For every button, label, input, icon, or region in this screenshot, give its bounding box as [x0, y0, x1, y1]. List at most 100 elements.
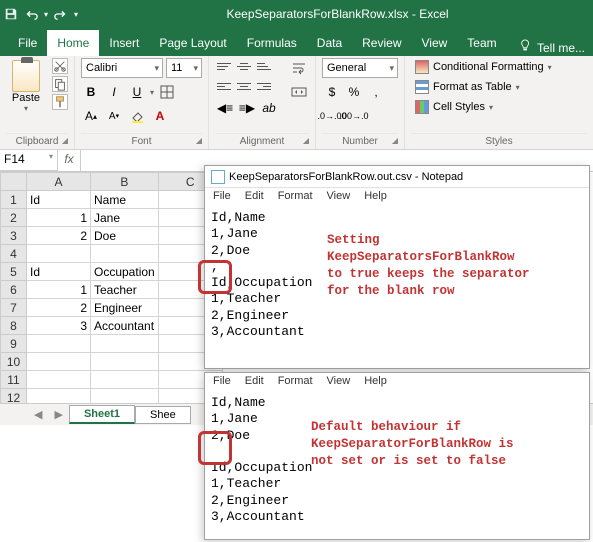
increase-font-icon[interactable]: A▴	[81, 106, 101, 126]
font-color-button[interactable]: A	[150, 106, 170, 126]
conditional-formatting-button[interactable]: Conditional Formatting▾	[411, 58, 556, 76]
copy-icon[interactable]	[52, 76, 68, 92]
sheet-nav-prev-icon[interactable]: ◀	[28, 408, 48, 421]
underline-button[interactable]: U	[127, 82, 147, 102]
sheet-tab-sheet1[interactable]: Sheet1	[69, 405, 135, 424]
font-name-select[interactable]: Calibri	[81, 58, 163, 78]
percent-format-icon[interactable]: %	[344, 82, 364, 102]
tab-view[interactable]: View	[412, 30, 458, 56]
cell[interactable]	[91, 353, 159, 371]
clipboard-launcher-icon[interactable]: ◢	[62, 136, 68, 145]
notepad-1-menu-help[interactable]: Help	[364, 190, 387, 206]
font-launcher-icon[interactable]: ◢	[196, 136, 202, 145]
align-bottom-icon[interactable]	[255, 58, 273, 74]
cut-icon[interactable]	[52, 58, 68, 74]
increase-indent-icon[interactable]: ≡▶	[237, 98, 257, 118]
format-as-table-button[interactable]: Format as Table▾	[411, 78, 556, 96]
row-header[interactable]: 11	[1, 371, 27, 389]
align-right-icon[interactable]	[255, 78, 273, 94]
cell[interactable]	[27, 371, 91, 389]
notepad-2-menu-format[interactable]: Format	[278, 375, 313, 391]
tab-formulas[interactable]: Formulas	[237, 30, 307, 56]
cell[interactable]: Teacher	[91, 281, 159, 299]
undo-icon[interactable]	[24, 7, 38, 21]
tab-data[interactable]: Data	[307, 30, 352, 56]
comma-format-icon[interactable]: ,	[366, 82, 386, 102]
cell[interactable]: Occupation	[91, 263, 159, 281]
font-size-select[interactable]: 11	[166, 58, 202, 78]
cell[interactable]: 2	[27, 299, 91, 317]
notepad-2-menu-edit[interactable]: Edit	[245, 375, 264, 391]
notepad-1-menu-file[interactable]: File	[213, 190, 231, 206]
tab-file[interactable]: File	[8, 30, 47, 56]
cell[interactable]: Name	[91, 191, 159, 209]
cell[interactable]	[27, 353, 91, 371]
tab-review[interactable]: Review	[352, 30, 411, 56]
number-launcher-icon[interactable]: ◢	[392, 136, 398, 145]
merge-center-icon[interactable]	[289, 82, 309, 102]
wrap-text-icon[interactable]	[289, 58, 309, 78]
undo-dropdown-icon[interactable]: ▾	[44, 10, 48, 19]
cell[interactable]: 3	[27, 317, 91, 335]
underline-dropdown-icon[interactable]: ▾	[150, 88, 154, 97]
decrease-font-icon[interactable]: A▾	[104, 106, 124, 126]
paste-icon[interactable]	[12, 60, 40, 92]
paste-dropdown-icon[interactable]: ▾	[24, 104, 28, 113]
row-header[interactable]: 4	[1, 245, 27, 263]
select-all-corner[interactable]	[1, 173, 27, 191]
notepad-1-menu-format[interactable]: Format	[278, 190, 313, 206]
tab-team[interactable]: Team	[457, 30, 506, 56]
row-header[interactable]: 1	[1, 191, 27, 209]
cell[interactable]: Id	[27, 191, 91, 209]
align-left-icon[interactable]	[215, 78, 233, 94]
sheet-tab-next[interactable]: Shee	[135, 406, 191, 424]
tab-page-layout[interactable]: Page Layout	[149, 30, 236, 56]
row-header[interactable]: 10	[1, 353, 27, 371]
cell[interactable]: Doe	[91, 227, 159, 245]
tellme-label[interactable]: Tell me...	[537, 41, 585, 55]
cell[interactable]: Accountant	[91, 317, 159, 335]
tab-home[interactable]: Home	[47, 30, 99, 56]
notepad-1-menu-view[interactable]: View	[327, 190, 351, 206]
align-top-icon[interactable]	[215, 58, 233, 74]
col-header-b[interactable]: B	[91, 173, 159, 191]
orientation-icon[interactable]: ab	[259, 98, 279, 118]
cell[interactable]: 1	[27, 209, 91, 227]
save-icon[interactable]	[4, 7, 18, 21]
cell[interactable]	[91, 335, 159, 353]
row-header[interactable]: 8	[1, 317, 27, 335]
format-painter-icon[interactable]	[52, 94, 68, 110]
name-box[interactable]: F14	[0, 150, 58, 171]
row-header[interactable]: 5	[1, 263, 27, 281]
sheet-nav-next-icon[interactable]: ▶	[48, 408, 68, 421]
paste-label[interactable]: Paste	[12, 92, 40, 104]
borders-button[interactable]	[157, 82, 177, 102]
row-header[interactable]: 2	[1, 209, 27, 227]
row-header[interactable]: 9	[1, 335, 27, 353]
cell[interactable]	[27, 245, 91, 263]
notepad-2-menu-view[interactable]: View	[327, 375, 351, 391]
qat-dropdown-icon[interactable]: ▾	[74, 10, 78, 19]
align-center-icon[interactable]	[235, 78, 253, 94]
cell[interactable]: 2	[27, 227, 91, 245]
cell[interactable]: Id	[27, 263, 91, 281]
align-middle-icon[interactable]	[235, 58, 253, 74]
redo-icon[interactable]	[54, 7, 68, 21]
fill-color-button[interactable]	[127, 106, 147, 126]
alignment-launcher-icon[interactable]: ◢	[303, 136, 309, 145]
cell[interactable]	[91, 245, 159, 263]
fx-icon[interactable]: fx	[58, 150, 80, 171]
notepad-2-menu-help[interactable]: Help	[364, 375, 387, 391]
row-header[interactable]: 3	[1, 227, 27, 245]
cell-styles-button[interactable]: Cell Styles▾	[411, 98, 556, 116]
accounting-format-icon[interactable]: $	[322, 82, 342, 102]
cell[interactable]: 1	[27, 281, 91, 299]
row-header[interactable]: 6	[1, 281, 27, 299]
tab-insert[interactable]: Insert	[99, 30, 149, 56]
row-header[interactable]: 7	[1, 299, 27, 317]
cell[interactable]: Jane	[91, 209, 159, 227]
cell[interactable]	[27, 335, 91, 353]
cell[interactable]	[91, 371, 159, 389]
notepad-2-menu-file[interactable]: File	[213, 375, 231, 391]
italic-button[interactable]: I	[104, 82, 124, 102]
